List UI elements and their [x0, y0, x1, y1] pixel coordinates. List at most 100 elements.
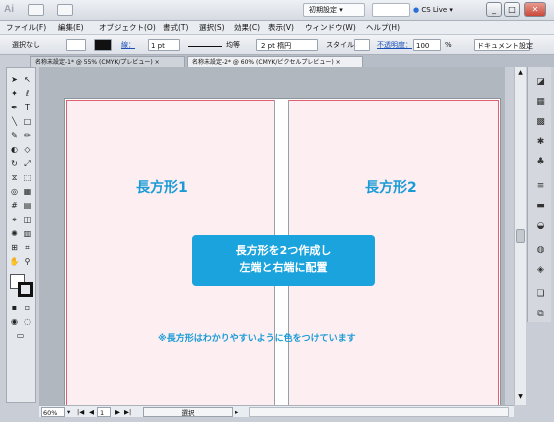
hand-tool-icon[interactable]: ✋ [9, 256, 20, 267]
graphic-styles-icon[interactable]: ◈ [534, 263, 547, 276]
prev-artboard-icon[interactable]: ◀ [89, 407, 94, 417]
graph-tool-icon[interactable]: ▥ [22, 228, 33, 239]
stroke-panel-icon[interactable]: ≡ [534, 179, 547, 192]
menu-window[interactable]: ウィンドウ(W) [305, 21, 356, 35]
mesh-tool-icon[interactable]: # [9, 200, 20, 211]
lasso-icon[interactable]: ℓ [22, 88, 33, 99]
scroll-up-icon[interactable]: ▲ [516, 69, 525, 78]
stroke-panel-link[interactable]: 線： [121, 39, 135, 51]
menu-help[interactable]: ヘルプ(H) [366, 21, 400, 35]
tools-panel: ➤ ↖ ✦ ℓ ✒ T ╲ □ ✎ ✏ ◐ ◇ ↻ ⤢ ⧖ ⬚ ◎ ▦ # ▤ … [6, 67, 36, 403]
close-button[interactable]: ✕ [524, 2, 546, 17]
appearance-icon[interactable]: ◍ [534, 243, 547, 256]
artboard-number-field[interactable]: 1 [97, 407, 111, 417]
symbol-sprayer-icon[interactable]: ✺ [9, 228, 20, 239]
brush-definition[interactable]: 2 pt 楕円 [256, 39, 318, 51]
status-menu-icon[interactable]: ▸ [235, 407, 238, 417]
workspace-switcher[interactable]: 初期設定 ▾ [303, 3, 365, 17]
symbols-icon[interactable]: ♣ [534, 155, 547, 168]
stroke-swatch[interactable] [94, 39, 112, 51]
stroke-color-box[interactable] [18, 282, 33, 297]
stroke-weight-field[interactable]: 1 pt [148, 39, 180, 51]
gradient-tool-icon[interactable]: ▤ [22, 200, 33, 211]
variable-width-profile[interactable]: 均等 [226, 39, 240, 51]
width-tool-icon[interactable]: ⧖ [9, 172, 20, 183]
note-text: ※長方形はわかりやすいように色をつけています [158, 334, 356, 344]
bridge-icon[interactable] [28, 4, 44, 16]
paintbrush-icon[interactable]: ✎ [9, 130, 20, 141]
transparency-icon[interactable]: ◒ [534, 219, 547, 232]
color-panel-icon[interactable]: ◪ [534, 75, 547, 88]
menu-select[interactable]: 選択(S) [199, 21, 225, 35]
vertical-scrollbar[interactable]: ▲ ▼ [514, 67, 526, 405]
type-tool-icon[interactable]: T [22, 102, 33, 113]
draw-behind-icon[interactable]: ◌ [22, 316, 33, 327]
rectangle-tool-icon[interactable]: □ [22, 116, 33, 127]
rotate-tool-icon[interactable]: ↻ [9, 158, 20, 169]
tab-document-1[interactable]: 名称未設定-1* @ 55% (CMYK/プレビュー) × [30, 56, 185, 67]
shape-builder-icon[interactable]: ◎ [9, 186, 20, 197]
pen-tool-icon[interactable]: ✒ [9, 102, 20, 113]
maximize-button[interactable]: □ [504, 2, 520, 17]
horizontal-scrollbar[interactable] [249, 407, 509, 417]
color-mode-icon[interactable]: ▪ [9, 302, 20, 313]
graphic-style-swatch[interactable] [354, 39, 370, 51]
status-tool-display[interactable]: 選択 [143, 407, 233, 417]
eyedropper-icon[interactable]: ⌖ [9, 214, 20, 225]
perspective-grid-icon[interactable]: ▦ [22, 186, 33, 197]
tab-document-2[interactable]: 名称未設定-2* @ 60% (CMYK/ピクセルプレビュー) × [187, 56, 363, 67]
gradient-panel-icon[interactable]: ▬ [534, 199, 547, 212]
rect2-label: 長方形2 [365, 180, 417, 196]
artboards-panel-icon[interactable]: ⧉ [534, 307, 547, 320]
swatches-icon[interactable]: ▩ [534, 115, 547, 128]
title-bar: Ai 初期設定 ▾ ● CS Live ▾ _ □ ✕ [0, 0, 554, 21]
screen-mode-icon[interactable]: ▭ [15, 330, 26, 341]
cs-live-icon: ● [413, 6, 420, 14]
scroll-thumb[interactable] [516, 229, 525, 243]
free-transform-icon[interactable]: ⬚ [22, 172, 33, 183]
gradient-mode-icon[interactable]: ▫ [22, 302, 33, 313]
zoom-dropdown-icon[interactable]: ▾ [67, 407, 70, 417]
blend-tool-icon[interactable]: ◫ [22, 214, 33, 225]
magic-wand-icon[interactable]: ✦ [9, 88, 20, 99]
app-logo-icon: Ai [4, 4, 14, 15]
arrange-documents-icon[interactable] [57, 4, 73, 16]
scale-tool-icon[interactable]: ⤢ [22, 158, 33, 169]
direct-selection-tool-icon[interactable]: ↖ [22, 74, 33, 85]
blob-brush-icon[interactable]: ◐ [9, 144, 20, 155]
last-artboard-icon[interactable]: ▶| [124, 407, 131, 417]
eraser-icon[interactable]: ◇ [22, 144, 33, 155]
document-setup-button[interactable]: ドキュメント設定 [474, 39, 533, 51]
help-search-input[interactable] [372, 3, 410, 17]
menu-view[interactable]: 表示(V) [268, 21, 294, 35]
menu-object[interactable]: オブジェクト(O) [99, 21, 156, 35]
rect1-label: 長方形1 [136, 180, 188, 196]
brushes-icon[interactable]: ✱ [534, 135, 547, 148]
line-tool-icon[interactable]: ╲ [9, 116, 20, 127]
menu-effect[interactable]: 効果(C) [234, 21, 260, 35]
opacity-field[interactable]: 100 [413, 39, 441, 51]
slice-tool-icon[interactable]: ⌗ [22, 242, 33, 253]
cs-live-menu[interactable]: ● CS Live ▾ [413, 3, 453, 17]
zoom-tool-icon[interactable]: ⚲ [22, 256, 33, 267]
menu-file[interactable]: ファイル(F) [6, 21, 46, 35]
layers-icon[interactable]: ❏ [534, 287, 547, 300]
selection-tool-icon[interactable]: ➤ [9, 74, 20, 85]
tab-close-icon[interactable]: × [336, 59, 341, 66]
artboard-tool-icon[interactable]: ⊞ [9, 242, 20, 253]
fill-swatch[interactable] [66, 39, 86, 51]
stroke-line-preview [188, 39, 222, 47]
opacity-link[interactable]: 不透明度： [377, 39, 412, 51]
tab-close-icon[interactable]: × [155, 59, 160, 66]
scroll-down-icon[interactable]: ▼ [516, 393, 525, 402]
color-guide-icon[interactable]: ▦ [534, 95, 547, 108]
minimize-button[interactable]: _ [486, 2, 502, 17]
draw-mode-icon[interactable]: ◉ [9, 316, 20, 327]
next-artboard-icon[interactable]: ▶ [115, 407, 120, 417]
menu-type[interactable]: 書式(T) [163, 21, 188, 35]
menu-edit[interactable]: 編集(E) [58, 21, 84, 35]
zoom-field[interactable]: 60% [41, 407, 65, 417]
pencil-icon[interactable]: ✏ [22, 130, 33, 141]
first-artboard-icon[interactable]: |◀ [77, 407, 84, 417]
status-bar: 60% ▾ |◀ ◀ 1 ▶ ▶| 選択 ▸ [39, 405, 514, 417]
